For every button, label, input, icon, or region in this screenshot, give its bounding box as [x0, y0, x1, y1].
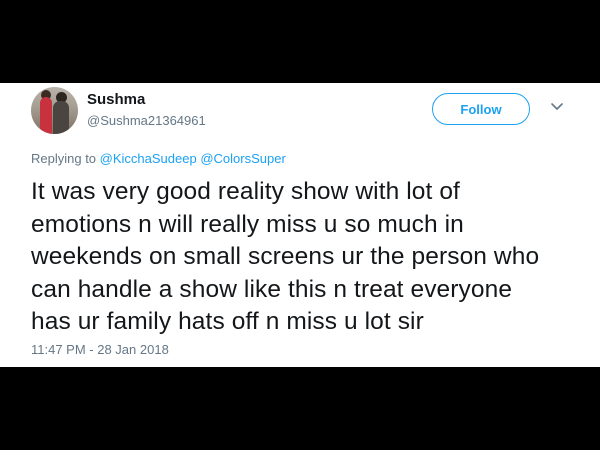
chevron-down-icon[interactable]	[550, 102, 564, 112]
follow-button[interactable]: Follow	[432, 93, 530, 125]
mention-link[interactable]: @KicchaSudeep	[100, 151, 197, 166]
user-name[interactable]: Sushma	[87, 91, 145, 108]
tweet-text-line: weekends on small screens ur the person …	[31, 243, 540, 270]
tweet-text-line: can handle a show like this n treat ever…	[31, 275, 513, 303]
avatar[interactable]	[31, 87, 78, 134]
tweet-timestamp[interactable]: 11:47 PM - 28 Jan 2018	[31, 342, 169, 357]
user-handle[interactable]: @Sushma21364961	[87, 113, 206, 128]
replying-to: Replying to @KicchaSudeep @ColorsSuper	[31, 151, 286, 166]
avatar-figure-body	[53, 101, 69, 134]
replying-to-label: Replying to	[31, 151, 97, 166]
tweet-text: It was very good reality show with lot o…	[31, 176, 581, 339]
tweet-card: Sushma @Sushma21364961 Follow Replying t…	[0, 83, 600, 367]
tweet-text-line: has ur family hats off n miss u lot sir	[31, 308, 424, 335]
tweet-text-line: emotions n will really miss u so much in	[31, 210, 464, 238]
tweet-text-line: It was very good reality show with lot o…	[31, 178, 460, 205]
mention-link[interactable]: @ColorsSuper	[200, 151, 285, 166]
avatar-figure-body	[40, 97, 52, 134]
